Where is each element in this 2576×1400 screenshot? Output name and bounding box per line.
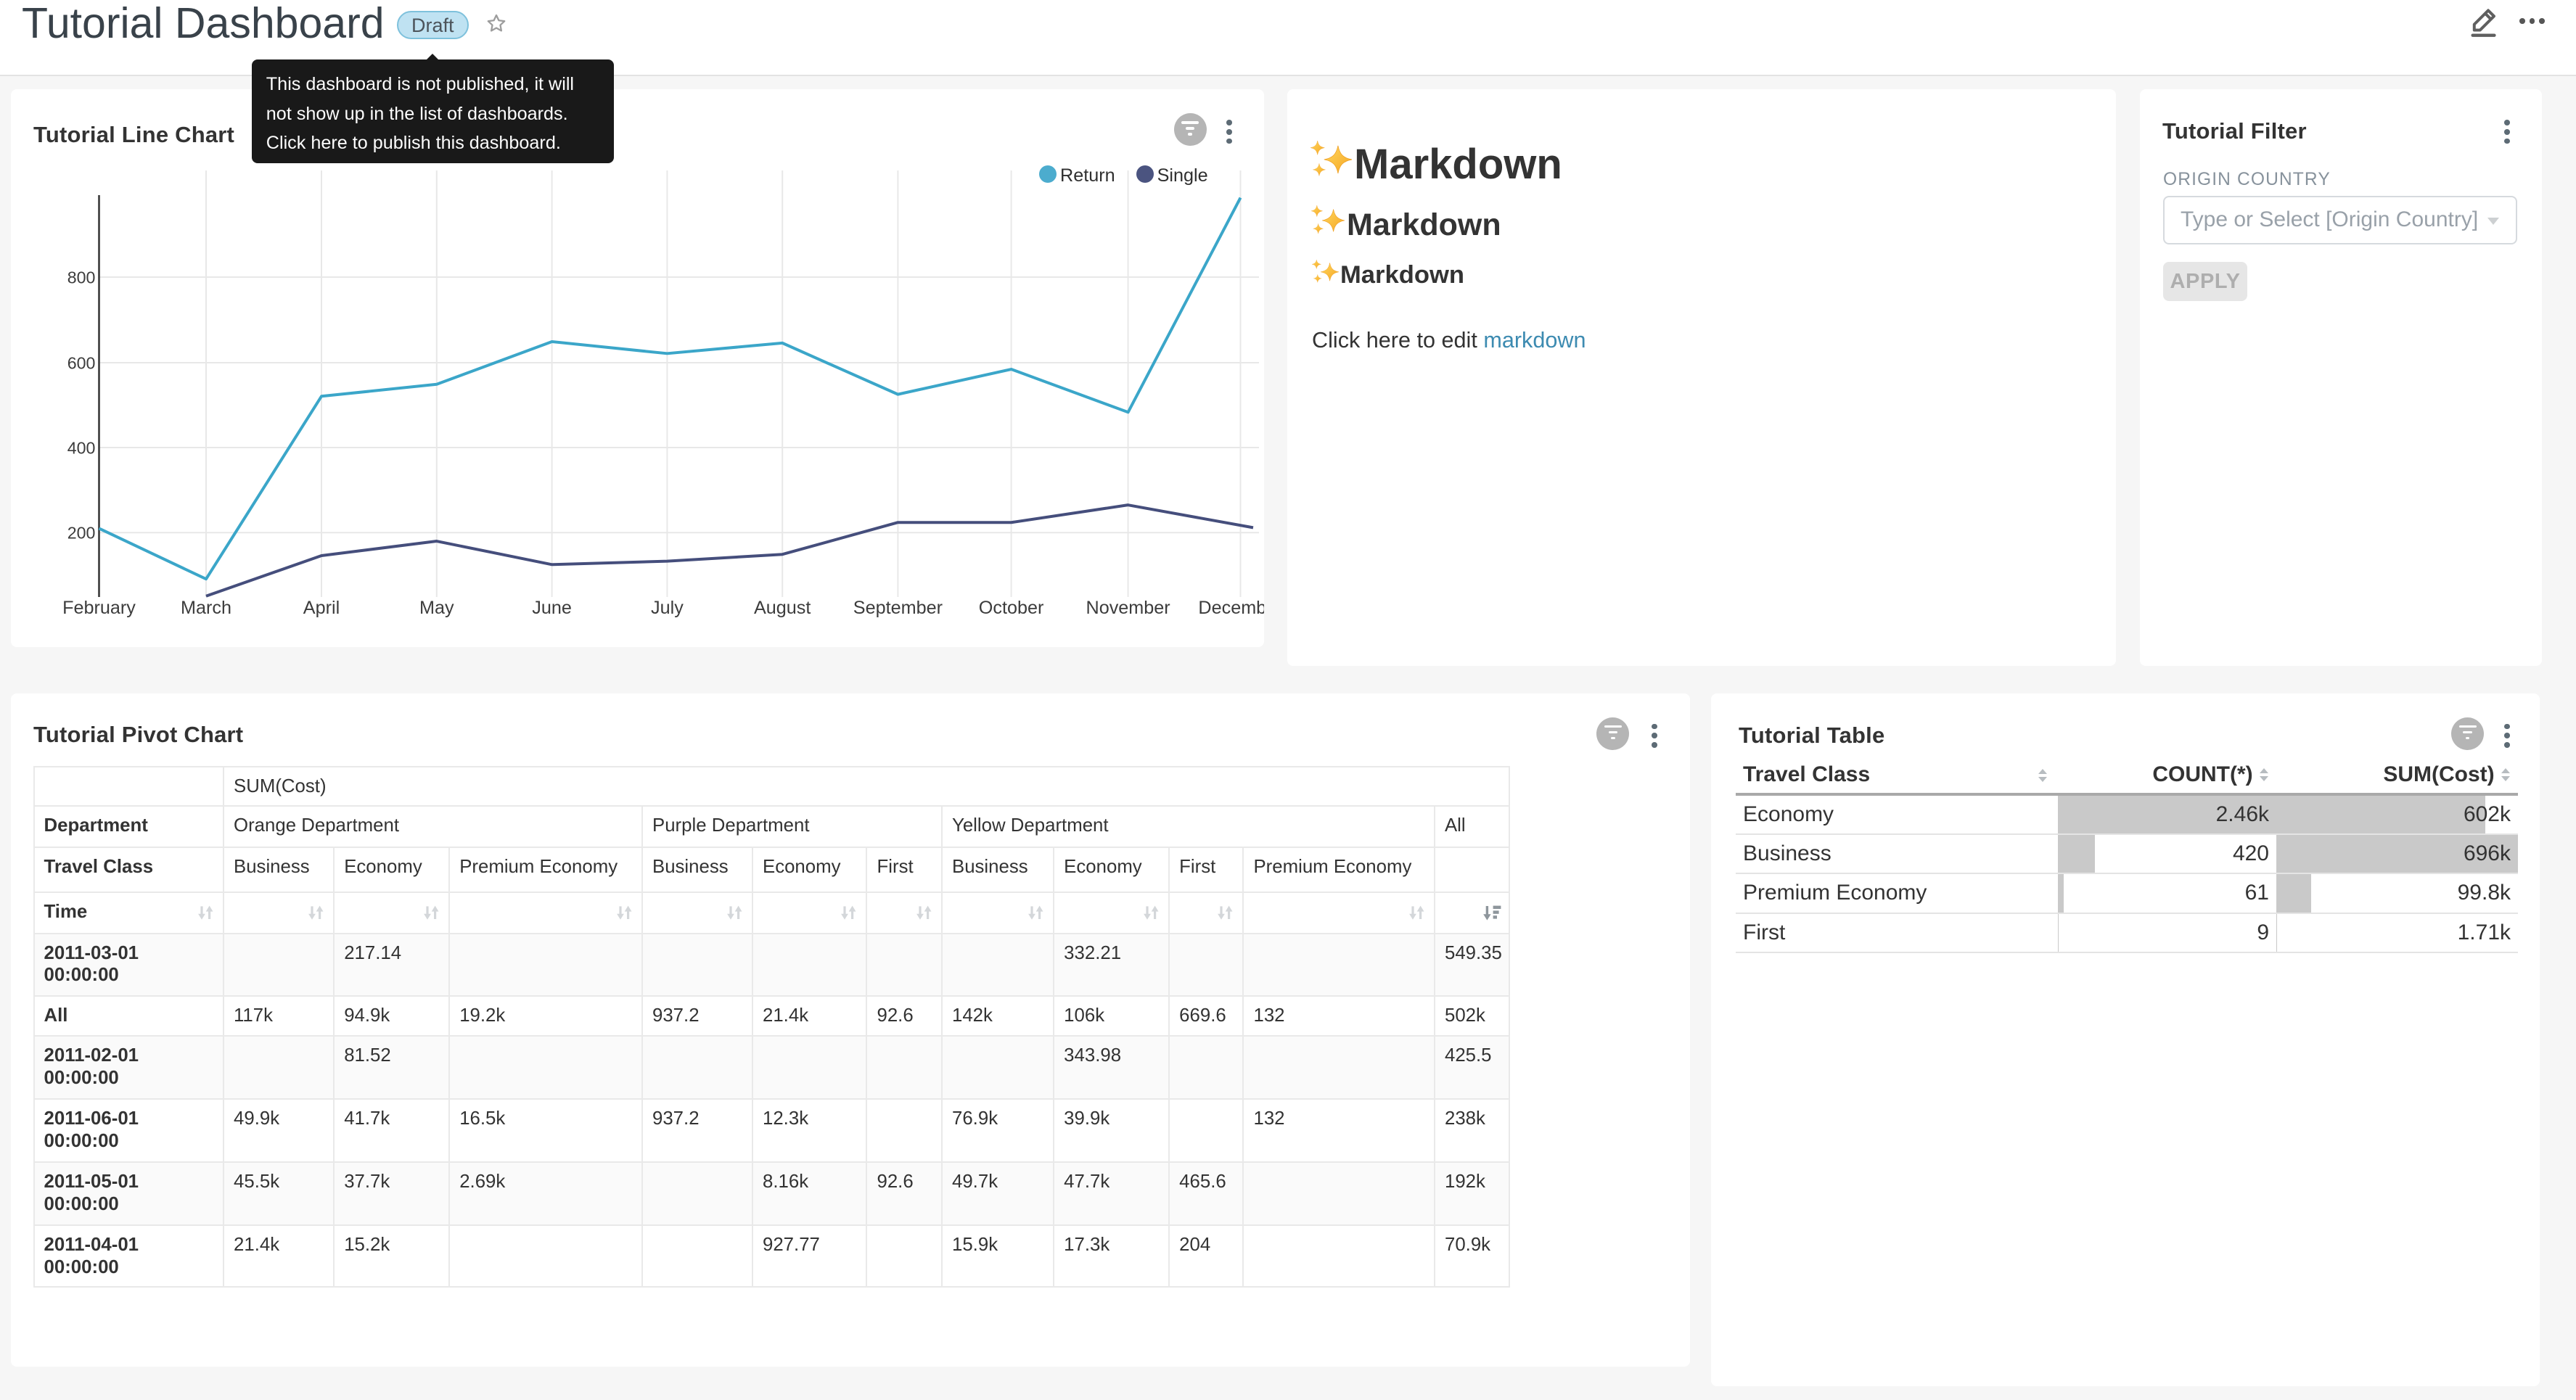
svg-text:800: 800: [67, 268, 96, 287]
svg-text:October: October: [979, 598, 1044, 618]
svg-text:400: 400: [67, 438, 96, 457]
svg-text:February: February: [62, 598, 136, 618]
svg-text:August: August: [754, 598, 811, 618]
svg-text:April: April: [303, 598, 340, 618]
svg-text:June: June: [532, 598, 572, 618]
svg-text:200: 200: [67, 524, 96, 543]
svg-text:May: May: [419, 598, 454, 618]
svg-text:600: 600: [67, 353, 96, 372]
svg-text:September: September: [853, 598, 943, 618]
svg-text:March: March: [181, 598, 231, 618]
svg-text:December: December: [1198, 598, 1264, 618]
svg-text:July: July: [651, 598, 684, 618]
svg-text:November: November: [1086, 598, 1170, 618]
